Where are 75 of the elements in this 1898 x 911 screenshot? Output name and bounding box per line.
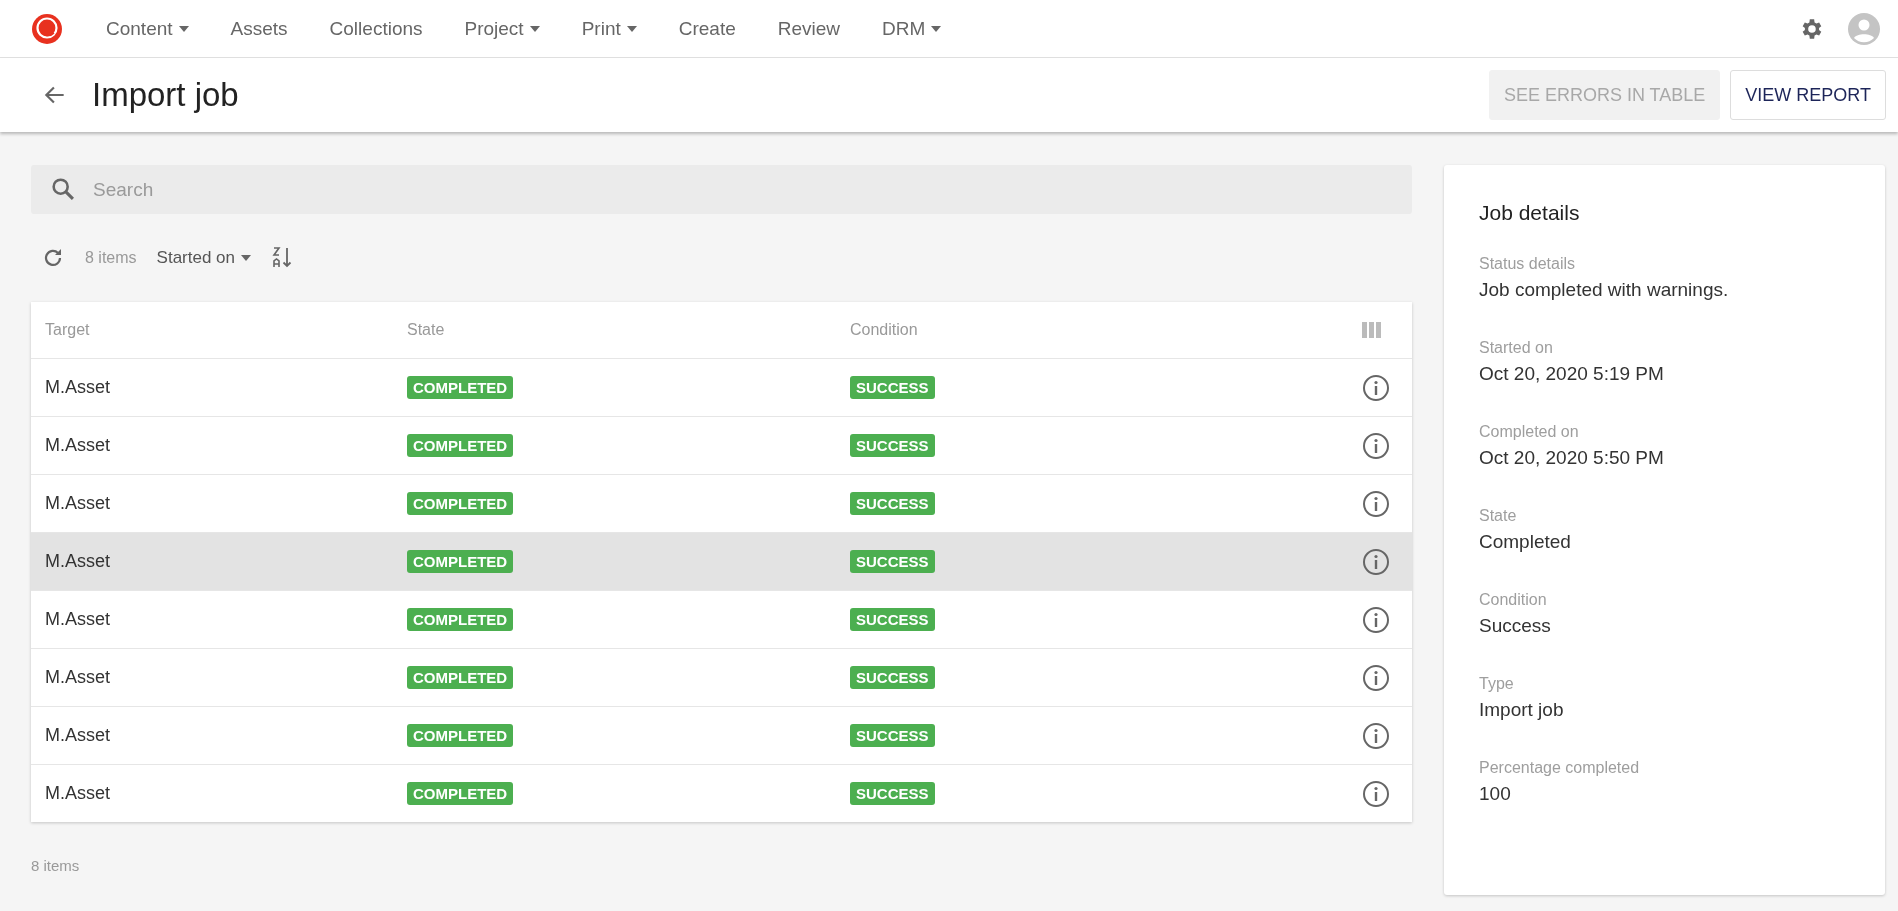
caret-icon	[241, 255, 252, 261]
target-cell-text: M.Asset	[45, 435, 111, 456]
field-label: State	[1479, 507, 1518, 525]
field-value: Oct 20, 2020 5:50 PM	[1479, 447, 1665, 469]
condition-badge: SUCCESS	[850, 666, 935, 689]
state-badge: COMPLETED	[407, 434, 514, 457]
sort-dropdown[interactable]: Started on	[156, 248, 252, 268]
condition-badge: SUCCESS	[850, 376, 935, 399]
field-label: Started on	[1479, 339, 1554, 357]
caret-icon	[529, 25, 540, 32]
state-badge: COMPLETED	[407, 550, 514, 573]
item-count: 8 items	[85, 249, 137, 267]
state-badge: COMPLETED	[407, 492, 514, 515]
state-badge: COMPLETED	[407, 666, 514, 689]
field-value: Job completed with warnings.	[1479, 279, 1730, 301]
state-badge: COMPLETED	[407, 376, 514, 399]
field-value: Import job	[1479, 699, 1565, 721]
view-report-button[interactable]: VIEW REPORT	[1730, 70, 1886, 120]
info-icon[interactable]	[1362, 373, 1390, 402]
nav-menu-item[interactable]: Content	[106, 17, 189, 40]
field-value: 100	[1479, 783, 1512, 805]
target-cell-text: M.Asset	[45, 551, 111, 572]
target-cell-text: M.Asset	[45, 377, 111, 398]
info-icon[interactable]	[1362, 779, 1390, 808]
caret-icon	[626, 25, 637, 32]
field-label: Percentage completed	[1479, 759, 1641, 777]
nav-menu-item[interactable]: Print	[581, 17, 637, 40]
table-row[interactable]: M.Asset COMPLETED SUCCESS	[31, 706, 1412, 764]
target-cell-text: M.Asset	[45, 725, 111, 746]
condition-badge: SUCCESS	[850, 782, 935, 805]
target-cell-text: M.Asset	[45, 783, 111, 804]
panel-title: Job details	[1479, 201, 1581, 225]
info-icon[interactable]	[1362, 721, 1390, 750]
nav-menu-item[interactable]: DRM	[882, 17, 942, 40]
field-label: Condition	[1479, 591, 1548, 609]
condition-badge: SUCCESS	[850, 724, 935, 747]
search-field[interactable]: Search	[31, 165, 1412, 214]
table-row[interactable]: M.Asset COMPLETED SUCCESS	[31, 764, 1412, 822]
table-row[interactable]: M.Asset COMPLETED SUCCESS	[31, 648, 1412, 706]
info-icon[interactable]	[1362, 431, 1390, 460]
target-cell-text: M.Asset	[45, 667, 111, 688]
table-row[interactable]: M.Asset COMPLETED SUCCESS	[31, 590, 1412, 648]
field-value: Completed	[1479, 531, 1572, 553]
table-row[interactable]: M.Asset COMPLETED SUCCESS	[31, 416, 1412, 474]
info-icon[interactable]	[1362, 489, 1390, 518]
field-label: Status details	[1479, 255, 1577, 273]
search-icon	[49, 175, 77, 203]
field-value: Success	[1479, 615, 1552, 637]
table-row[interactable]: M.Asset COMPLETED SUCCESS	[31, 532, 1412, 590]
table-row[interactable]: M.Asset COMPLETED SUCCESS	[31, 358, 1412, 416]
state-badge: COMPLETED	[407, 608, 514, 631]
nav-menu-item[interactable]: Assets	[230, 17, 288, 40]
state-badge: COMPLETED	[407, 782, 514, 805]
target-cell-text: M.Asset	[45, 493, 111, 514]
field-label: Type	[1479, 675, 1515, 693]
nav-menu-item[interactable]: Review	[777, 17, 841, 40]
condition-badge: SUCCESS	[850, 550, 935, 573]
info-icon[interactable]	[1362, 663, 1390, 692]
footer-item-count: 8 items	[31, 857, 81, 874]
caret-icon	[931, 25, 942, 32]
condition-badge: SUCCESS	[850, 492, 935, 515]
condition-badge: SUCCESS	[850, 608, 935, 631]
logo-icon[interactable]	[30, 11, 64, 46]
info-icon[interactable]	[1362, 547, 1390, 576]
state-badge: COMPLETED	[407, 724, 514, 747]
nav-menu-item[interactable]: Collections	[329, 17, 423, 40]
caret-icon	[178, 25, 189, 32]
page-title: Import job	[92, 76, 239, 114]
info-icon[interactable]	[1362, 605, 1390, 634]
nav-menu-item[interactable]: Create	[678, 17, 736, 40]
field-label: Completed on	[1479, 423, 1580, 441]
nav-menu-item[interactable]: Project	[464, 17, 540, 40]
field-value: Oct 20, 2020 5:19 PM	[1479, 363, 1665, 385]
target-cell-text: M.Asset	[45, 609, 111, 630]
condition-badge: SUCCESS	[850, 434, 935, 457]
